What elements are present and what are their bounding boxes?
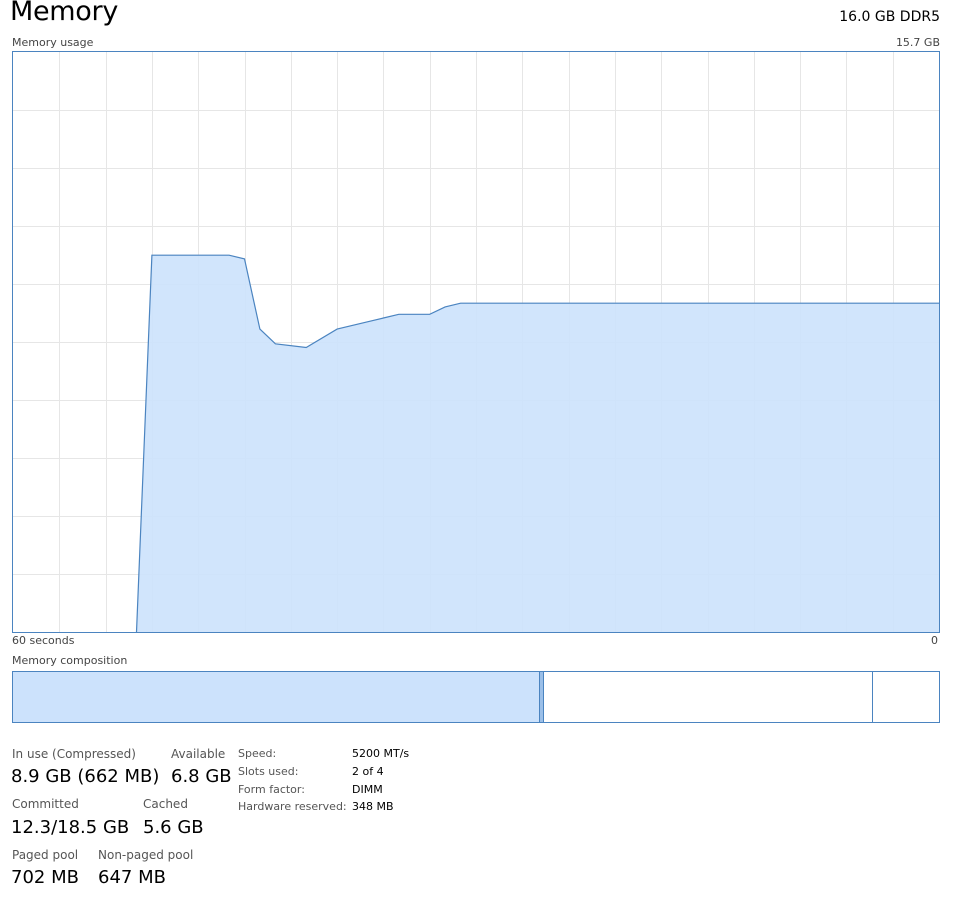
committed-label: Committed: [12, 797, 79, 811]
non-paged-pool-value: 647 MB: [98, 867, 166, 888]
slots-used-label: Slots used:: [238, 765, 299, 778]
memory-usage-label: Memory usage: [12, 36, 94, 49]
composition-in-use-segment[interactable]: [13, 672, 540, 722]
axis-end-label: 0: [931, 634, 938, 647]
page-title: Memory: [10, 0, 119, 27]
axis-start-label: 60 seconds: [12, 634, 75, 647]
cached-label: Cached: [143, 797, 188, 811]
memory-usage-chart: [13, 52, 939, 632]
in-use-value: 8.9 GB (662 MB): [11, 766, 160, 787]
slots-used-value: 2 of 4: [352, 765, 384, 778]
available-value: 6.8 GB: [171, 766, 232, 787]
hardware-reserved-label: Hardware reserved:: [238, 800, 347, 813]
hardware-reserved-value: 348 MB: [352, 800, 394, 813]
non-paged-pool-label: Non-paged pool: [98, 848, 194, 862]
memory-max-label: 15.7 GB: [895, 36, 940, 49]
composition-standby-segment[interactable]: [544, 672, 873, 722]
memory-usage-area: [136, 255, 939, 632]
memory-composition-bar[interactable]: [12, 671, 940, 723]
committed-value: 12.3/18.5 GB: [11, 817, 130, 838]
form-factor-label: Form factor:: [238, 783, 305, 796]
memory-usage-graph[interactable]: [12, 51, 940, 633]
paged-pool-label: Paged pool: [12, 848, 79, 862]
cached-value: 5.6 GB: [143, 817, 204, 838]
paged-pool-value: 702 MB: [11, 867, 79, 888]
available-label: Available: [171, 747, 226, 761]
speed-label: Speed:: [238, 747, 277, 760]
memory-spec: 16.0 GB DDR5: [839, 9, 940, 25]
memory-composition-label: Memory composition: [12, 654, 128, 667]
memory-performance-panel: Memory 16.0 GB DDR5 Memory usage 15.7 GB…: [0, 0, 960, 910]
form-factor-value: DIMM: [352, 783, 383, 796]
in-use-label: In use (Compressed): [12, 747, 136, 761]
speed-value: 5200 MT/s: [352, 747, 410, 760]
composition-free-segment[interactable]: [873, 672, 939, 722]
